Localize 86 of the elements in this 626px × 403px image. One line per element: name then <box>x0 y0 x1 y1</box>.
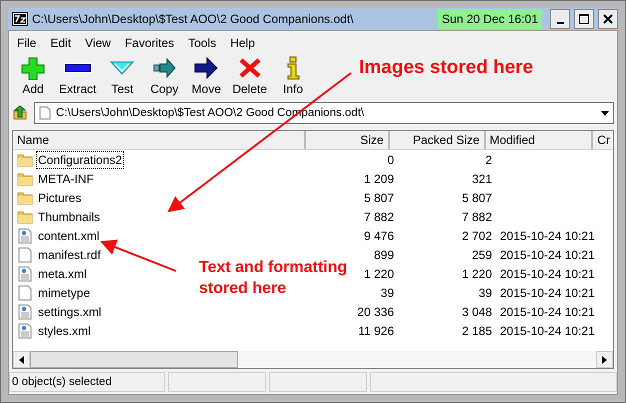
column-header[interactable]: Name <box>13 131 306 149</box>
packed-size-cell-text: 2 <box>484 152 493 168</box>
xml-file-icon <box>17 322 33 338</box>
packed-size-cell-text: 5 807 <box>460 190 493 206</box>
modified-cell-text: 2015-10-24 10:21 <box>499 322 596 338</box>
packed-size-cell-text: 321 <box>470 170 493 186</box>
file-name[interactable]: Configurations2 <box>36 150 124 168</box>
file-name[interactable]: meta.xml <box>36 264 89 282</box>
file-name[interactable]: styles.xml <box>36 322 93 340</box>
close-button[interactable] <box>598 9 618 29</box>
packed-size-cell-text: 7 882 <box>460 208 493 224</box>
maximize-button[interactable] <box>574 9 594 29</box>
menu-item[interactable]: File <box>17 36 36 50</box>
menu-item[interactable]: View <box>85 36 111 50</box>
scroll-left-icon <box>19 356 24 364</box>
annotation-text: Text and formatting stored here <box>199 258 348 299</box>
file-name[interactable]: Thumbnails <box>36 208 102 226</box>
size-cell-text: 1 209 <box>362 170 395 186</box>
column-header[interactable]: Modified <box>486 131 594 149</box>
maximize-icon <box>578 13 590 25</box>
file-name[interactable]: manifest.rdf <box>36 246 103 264</box>
toolbar-button[interactable]: Info <box>273 56 314 96</box>
folder-icon <box>17 190 33 206</box>
minimize-button[interactable] <box>550 9 570 29</box>
app-icon <box>12 12 28 26</box>
folder-icon <box>17 208 33 224</box>
size-cell-text: 20 336 <box>356 304 395 320</box>
menu-item[interactable]: Tools <box>188 36 216 50</box>
horizontal-scrollbar[interactable] <box>13 351 613 368</box>
xml-file-icon <box>17 228 33 244</box>
modified-cell-text: 2015-10-24 10:21 <box>499 246 596 262</box>
size-cell-text: 39 <box>380 284 395 300</box>
toolbar-button[interactable]: Add <box>13 56 53 96</box>
scroll-thumb[interactable] <box>30 351 238 368</box>
menu-item[interactable]: Help <box>230 36 255 50</box>
file-name[interactable]: META-INF <box>36 170 96 188</box>
minimize-icon <box>556 22 564 24</box>
close-icon <box>602 13 614 25</box>
file-name[interactable]: content.xml <box>36 226 102 244</box>
file-name[interactable]: mimetype <box>36 284 92 302</box>
file-name[interactable]: settings.xml <box>36 302 104 320</box>
packed-size-cell-text: 259 <box>470 246 493 262</box>
packed-size-cell-text: 2 185 <box>460 322 493 338</box>
arrow-icon <box>151 56 178 80</box>
packed-size-cell-text: 1 220 <box>460 266 493 282</box>
folder-icon <box>17 152 33 168</box>
plus-icon <box>20 56 46 80</box>
folder-icon <box>17 170 33 186</box>
column-header[interactable]: Packed Size <box>390 131 486 149</box>
toolbar-button[interactable]: Move <box>186 56 226 96</box>
toolbar-button[interactable]: Extract <box>55 56 100 96</box>
size-cell-text: 7 882 <box>362 208 395 224</box>
file-name[interactable]: Pictures <box>36 188 84 206</box>
scroll-right-icon <box>602 356 607 364</box>
xml-file-icon <box>17 304 33 320</box>
size-cell-text: 5 807 <box>362 190 395 206</box>
modified-cell-text: 2015-10-24 10:21 <box>499 266 596 282</box>
modified-cell-text: 2015-10-24 10:21 <box>499 284 596 300</box>
dropdown-icon <box>601 110 609 116</box>
file-icon <box>17 246 33 262</box>
menu-item[interactable]: Favorites <box>124 36 174 50</box>
document-icon <box>38 106 52 120</box>
toolbar-button[interactable]: Copy <box>144 56 184 96</box>
size-cell-text: 899 <box>372 246 395 262</box>
cross-icon <box>236 56 263 80</box>
modified-cell-text: 2015-10-24 10:21 <box>499 304 596 320</box>
toolbar-button[interactable]: Test <box>102 56 142 96</box>
packed-size-cell-text: 3 048 <box>460 304 493 320</box>
file-icon <box>17 284 33 300</box>
menu-item[interactable]: Edit <box>50 36 72 50</box>
clock: Sun 20 Dec 16:01 <box>438 9 542 29</box>
size-cell-text: 9 476 <box>362 228 395 244</box>
xml-file-icon <box>17 266 33 282</box>
toolbar-button[interactable]: Delete <box>228 56 272 96</box>
size-cell-text: 11 926 <box>357 322 395 338</box>
up-folder-icon[interactable] <box>12 105 28 121</box>
modified-cell-text: 2015-10-24 10:21 <box>499 228 596 244</box>
column-header[interactable]: Size <box>306 131 390 149</box>
size-cell-text: 0 <box>386 152 395 168</box>
packed-size-cell-text: 2 702 <box>460 228 493 244</box>
packed-size-cell-text: 39 <box>478 284 493 300</box>
status-text: 0 object(s) selected <box>9 372 165 392</box>
arrow-icon <box>193 56 220 80</box>
window-title: C:\Users\John\Desktop\$Test AOO\2 Good Companions.odt\ <box>32 12 354 26</box>
annotation-text: Images stored here <box>359 57 534 78</box>
column-header[interactable]: Cr <box>593 131 613 149</box>
